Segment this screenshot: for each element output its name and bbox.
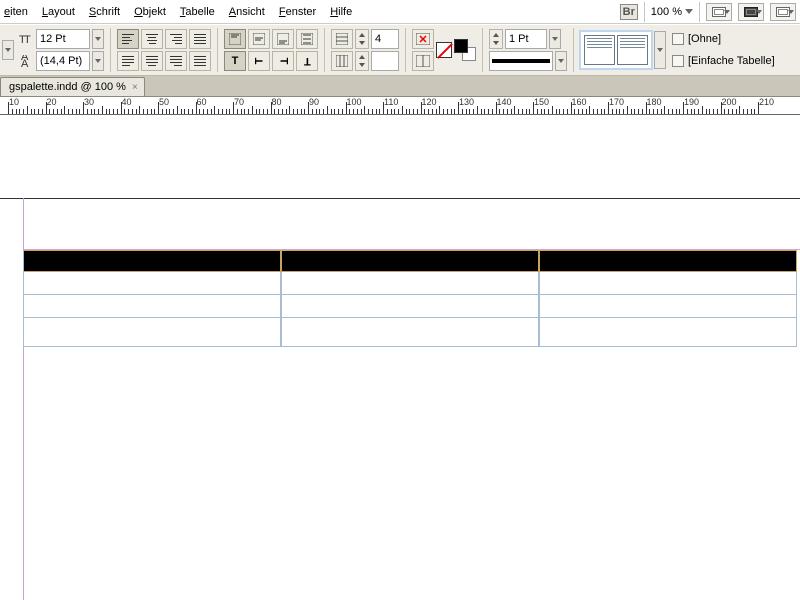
- style-simple-table[interactable]: [Einfache Tabelle]: [672, 51, 775, 71]
- table-frame[interactable]: [23, 250, 800, 341]
- table-cell[interactable]: [539, 272, 797, 295]
- table-cell[interactable]: [281, 318, 539, 347]
- menu-hilfe[interactable]: Hilfe: [330, 6, 352, 18]
- tab-label: gspalette.indd @ 100 %: [9, 81, 126, 93]
- separator: [324, 28, 325, 72]
- menu-ansicht[interactable]: Ansicht: [229, 6, 265, 18]
- separator: [482, 28, 483, 72]
- separator: [217, 28, 218, 72]
- arrange-button[interactable]: [738, 3, 764, 21]
- align-justify-button[interactable]: [189, 29, 211, 49]
- page-edge: [0, 198, 800, 199]
- table-cell[interactable]: [281, 295, 539, 318]
- no-stroke-icon[interactable]: [436, 42, 452, 58]
- align-justify-center-button[interactable]: [141, 51, 163, 71]
- table-cell[interactable]: [23, 250, 281, 272]
- separator: [573, 28, 574, 72]
- table-header-row[interactable]: [23, 250, 800, 272]
- menu-schrift[interactable]: Schrift: [89, 6, 120, 18]
- valign-center-button[interactable]: [248, 29, 270, 49]
- merge-cells-button[interactable]: [412, 29, 434, 49]
- font-size-icon: TT: [16, 30, 34, 48]
- table-row[interactable]: [23, 272, 800, 295]
- text-rotate-90-button[interactable]: T: [272, 51, 294, 71]
- columns-icon: [331, 51, 353, 71]
- menu-layout[interactable]: Layout: [42, 6, 75, 18]
- table-style-preview[interactable]: [580, 31, 652, 69]
- table-cell[interactable]: [281, 250, 539, 272]
- stroke-stepper[interactable]: [489, 29, 503, 49]
- separator: [405, 28, 406, 72]
- fill-stroke-swatch[interactable]: [454, 39, 476, 61]
- text-rotate-270-button[interactable]: T: [248, 51, 270, 71]
- separator: [699, 2, 700, 22]
- table-cell[interactable]: [539, 318, 797, 347]
- align-left-button[interactable]: [117, 29, 139, 49]
- control-panel: TT AA: [0, 24, 800, 76]
- leading-field[interactable]: [36, 51, 90, 71]
- screen-mode-button[interactable]: [706, 3, 732, 21]
- menu-fenster[interactable]: Fenster: [279, 6, 316, 18]
- valign-bottom-button[interactable]: [272, 29, 294, 49]
- menu-tabelle[interactable]: Tabelle: [180, 6, 215, 18]
- stroke-style-field[interactable]: [489, 51, 553, 71]
- zoom-dropdown[interactable]: 100 %: [651, 6, 693, 18]
- align-justify-right-button[interactable]: [165, 51, 187, 71]
- font-size-dropdown[interactable]: [92, 29, 104, 49]
- separator: [644, 2, 645, 22]
- stroke-weight-field[interactable]: [505, 29, 547, 49]
- font-dropdown-button[interactable]: [2, 40, 14, 60]
- table-cell[interactable]: [539, 295, 797, 318]
- style-none[interactable]: [Ohne]: [672, 29, 775, 49]
- valign-top-button[interactable]: [224, 29, 246, 49]
- columns-field[interactable]: [371, 51, 399, 71]
- align-right-button[interactable]: [165, 29, 187, 49]
- svg-text:A: A: [21, 58, 29, 67]
- leading-dropdown[interactable]: [92, 51, 104, 71]
- stroke-weight-dropdown[interactable]: [549, 29, 561, 49]
- table-cell[interactable]: [281, 272, 539, 295]
- table-cell[interactable]: [23, 318, 281, 347]
- table-cell[interactable]: [23, 295, 281, 318]
- table-cell[interactable]: [539, 250, 797, 272]
- table-cell[interactable]: [23, 272, 281, 295]
- align-justify-left-button[interactable]: [117, 51, 139, 71]
- leading-icon: AA: [16, 52, 34, 70]
- workspace-button[interactable]: [770, 3, 796, 21]
- menu-bearbeiten[interactable]: eiten: [4, 6, 28, 18]
- table-row[interactable]: [23, 295, 800, 318]
- align-center-button[interactable]: [141, 29, 163, 49]
- rows-stepper[interactable]: [355, 29, 369, 49]
- table-row[interactable]: [23, 318, 800, 341]
- text-rotate-180-button[interactable]: T: [296, 51, 318, 71]
- close-tab-icon[interactable]: ×: [132, 82, 138, 93]
- rows-icon: [331, 29, 353, 49]
- document-canvas[interactable]: [0, 115, 800, 600]
- font-size-field[interactable]: [36, 29, 90, 49]
- bridge-icon[interactable]: Br: [620, 4, 638, 20]
- menu-objekt[interactable]: Objekt: [134, 6, 166, 18]
- text-horizontal-button[interactable]: T: [224, 51, 246, 71]
- svg-text:T: T: [24, 34, 31, 45]
- valign-justify-button[interactable]: [296, 29, 318, 49]
- horizontal-ruler[interactable]: 1020304050607080901001101201301401501601…: [0, 97, 800, 115]
- table-style-dropdown[interactable]: [654, 31, 666, 69]
- menu-bar: eiten Layout Schrift Objekt Tabelle Ansi…: [0, 0, 800, 24]
- stroke-style-dropdown[interactable]: [555, 51, 567, 71]
- document-tab[interactable]: gspalette.indd @ 100 % ×: [0, 77, 145, 96]
- document-tab-bar: gspalette.indd @ 100 % ×: [0, 76, 800, 97]
- unmerge-cells-button[interactable]: [412, 51, 434, 71]
- separator: [110, 28, 111, 72]
- align-away-spine-button[interactable]: [189, 51, 211, 71]
- rows-field[interactable]: [371, 29, 399, 49]
- columns-stepper[interactable]: [355, 51, 369, 71]
